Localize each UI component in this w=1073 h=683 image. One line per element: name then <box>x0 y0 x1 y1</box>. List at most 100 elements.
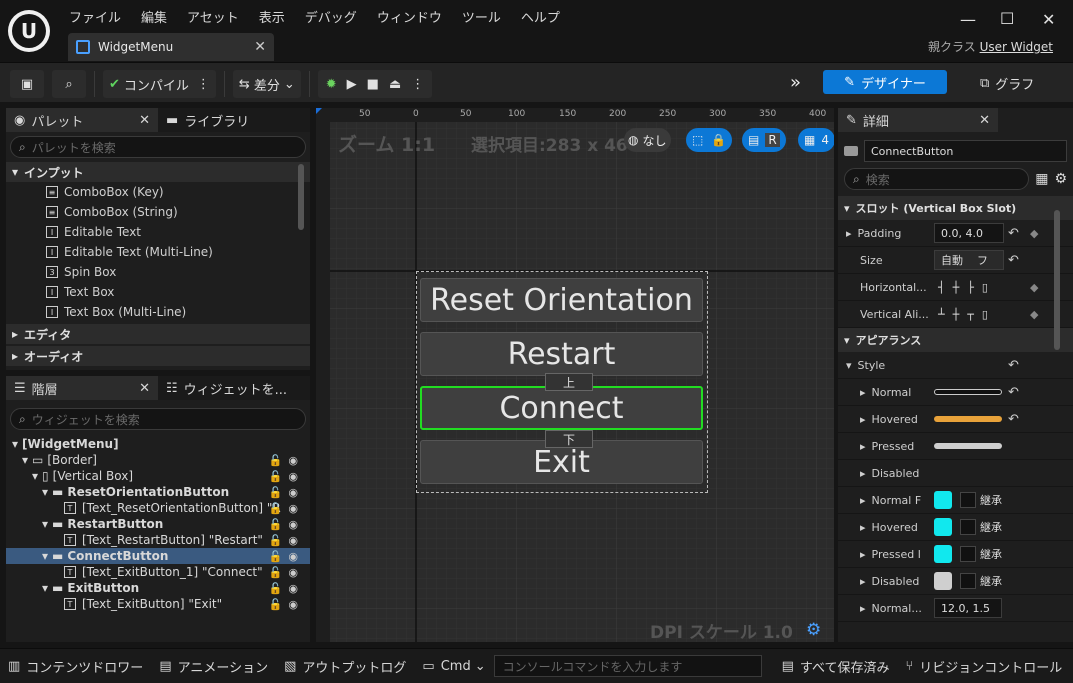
hierarchy-search-input[interactable]: ⌕ ウィジェットを検索 <box>10 408 306 430</box>
tree-row-border[interactable]: ▾ ▭ [Border] 🔓◉ <box>6 452 310 468</box>
color-swatch[interactable] <box>934 572 952 590</box>
debug-bug-icon[interactable]: ✹ <box>326 77 337 92</box>
normal-padding-field[interactable]: 12.0, 1.5 <box>934 598 1002 618</box>
padding-field[interactable]: 0.0, 4.0 <box>934 223 1004 243</box>
palette-item[interactable]: 3 Spin Box <box>46 262 310 282</box>
settings-gear-icon[interactable]: ⚙ <box>806 620 821 640</box>
reset-arrow-icon[interactable]: ↶ <box>1008 358 1019 373</box>
content-drawer-button[interactable]: ▥ コンテンツドロワー <box>0 651 151 681</box>
palette-item[interactable]: I Editable Text (Multi-Line) <box>46 242 310 262</box>
lock-eye-icons[interactable]: 🔓◉ <box>269 582 304 595</box>
document-tab[interactable]: WidgetMenu ✕ <box>68 33 274 61</box>
reset-arrow-icon[interactable]: ↶ <box>1008 412 1019 427</box>
section-appearance[interactable]: ▾ アピアランス <box>838 328 1073 352</box>
color-swatch[interactable] <box>934 491 952 509</box>
color-swatch[interactable] <box>934 545 952 563</box>
animation-button[interactable]: ▤ アニメーション <box>151 651 276 681</box>
reset-arrow-icon[interactable]: ↶ <box>1008 226 1019 241</box>
r-toggle[interactable]: R <box>765 133 780 147</box>
keyframe-icon[interactable]: ◆ <box>1030 308 1038 321</box>
grid-icon[interactable]: ▦ <box>804 133 815 147</box>
grid-snap-value[interactable]: 4 <box>821 133 829 147</box>
tab-hierarchy[interactable]: ☰ 階層 ✕ <box>6 376 158 400</box>
lock-eye-icons[interactable]: 🔓◉ <box>269 454 304 467</box>
tree-row-restart-button[interactable]: ▾ ▬ RestartButton 🔓◉ <box>6 516 310 532</box>
lock-eye-icons[interactable]: 🔓◉ <box>269 502 304 515</box>
lock-eye-icons[interactable]: 🔓◉ <box>269 598 304 611</box>
lock-eye-icons[interactable]: 🔓◉ <box>269 470 304 483</box>
palette-item[interactable]: ≡ ComboBox (String) <box>46 202 310 222</box>
minimize-icon[interactable]: — <box>960 10 976 29</box>
menu-debug[interactable]: デバッグ <box>298 7 364 26</box>
cmd-dropdown[interactable]: ▭ Cmd ⌄ <box>414 651 493 681</box>
close-tab-icon[interactable]: ✕ <box>139 113 150 128</box>
palette-item[interactable]: I Text Box (Multi-Line) <box>46 302 310 322</box>
browse-icon[interactable]: ⌕ <box>52 70 86 98</box>
palette-item[interactable]: ≡ ComboBox (Key) <box>46 182 310 202</box>
tab-palette[interactable]: ◉ パレット ✕ <box>6 108 158 132</box>
respect-locks-control[interactable]: ▤ R <box>742 128 786 152</box>
more-options-icon[interactable]: ⋮ <box>197 77 210 92</box>
eject-icon[interactable]: ⏏ <box>389 77 401 92</box>
lock-eye-icons[interactable]: 🔓◉ <box>269 550 304 563</box>
output-log-button[interactable]: ▧ アウトプットログ <box>276 651 414 681</box>
layout-icon[interactable]: ▤ <box>748 133 759 147</box>
palette-item[interactable]: I Editable Text <box>46 222 310 242</box>
close-tab-icon[interactable]: ✕ <box>139 381 150 396</box>
category-audio[interactable]: ▸ オーディオ <box>6 346 310 366</box>
inherit-checkbox[interactable] <box>960 492 976 508</box>
more-options-icon[interactable]: ⋮ <box>411 77 424 92</box>
tree-row-text-restart[interactable]: T [Text_RestartButton] "Restart" 🔓◉ <box>6 532 310 548</box>
lock-eye-icons[interactable]: 🔓◉ <box>269 566 304 579</box>
tree-row-text-reset[interactable]: T [Text_ResetOrientationButton] "R 🔓◉ <box>6 500 310 516</box>
inherit-checkbox[interactable] <box>960 573 976 589</box>
details-search-input[interactable]: ⌕ 検索 <box>844 168 1030 190</box>
save-icon[interactable]: ▣ <box>10 70 44 98</box>
move-down-button[interactable]: 下 <box>545 430 593 448</box>
palette-item[interactable]: I Text Box <box>46 282 310 302</box>
color-swatch[interactable] <box>934 518 952 536</box>
lock-eye-icons[interactable]: 🔓◉ <box>269 486 304 499</box>
lock-icon[interactable]: 🔒 <box>711 133 726 147</box>
palette-search-input[interactable]: ⌕ パレットを検索 <box>10 136 306 158</box>
connect-widget-button[interactable]: Connect <box>420 386 703 430</box>
close-window-icon[interactable]: ✕ <box>1042 10 1055 29</box>
move-up-button[interactable]: 上 <box>545 373 593 391</box>
tab-details[interactable]: ✎ 詳細 ✕ <box>838 108 998 132</box>
designer-button[interactable]: ✎ デザイナー <box>823 70 947 94</box>
section-slot[interactable]: ▾ スロット (Vertical Box Slot) <box>838 196 1073 220</box>
lock-eye-icons[interactable]: 🔓◉ <box>269 534 304 547</box>
dashed-outline-icon[interactable]: ⬚ <box>692 133 703 147</box>
alignment-icons[interactable]: ┴┼┬▯ <box>938 308 996 321</box>
restart-widget-button[interactable]: Restart <box>420 332 703 376</box>
tab-library[interactable]: ▬ ライブラリ <box>158 108 310 132</box>
menu-view[interactable]: 表示 <box>252 7 292 26</box>
maximize-icon[interactable]: ☐ <box>1000 9 1014 28</box>
graph-button[interactable]: ⧉ グラフ <box>980 74 1034 93</box>
play-icon[interactable]: ▶ <box>347 77 357 92</box>
category-editor[interactable]: ▸ エディタ <box>6 324 310 344</box>
reset-arrow-icon[interactable]: ↶ <box>1008 385 1019 400</box>
revision-control-button[interactable]: ⑂ リビジョンコントロール <box>897 651 1070 681</box>
localization-preview-control[interactable]: ◍ なし <box>624 128 671 152</box>
tree-row-connect-button[interactable]: ▾ ▬ ConnectButton 🔓◉ <box>6 548 310 564</box>
close-tab-icon[interactable]: ✕ <box>979 113 990 128</box>
tree-row-text-exit[interactable]: T [Text_ExitButton] "Exit" 🔓◉ <box>6 596 310 612</box>
reset-arrow-icon[interactable]: ↶ <box>1008 253 1019 268</box>
menu-help[interactable]: ヘルプ <box>514 7 567 26</box>
inherit-checkbox[interactable] <box>960 519 976 535</box>
details-scrollbar[interactable] <box>1054 210 1060 350</box>
tree-row-vertical-box[interactable]: ▾ ▯ [Vertical Box] 🔓◉ <box>6 468 310 484</box>
menu-asset[interactable]: アセット <box>180 7 246 26</box>
palette-scrollbar[interactable] <box>298 164 304 230</box>
stop-icon[interactable]: ■ <box>367 77 379 92</box>
inherit-checkbox[interactable] <box>960 546 976 562</box>
save-all-button[interactable]: ▤ すべて保存済み <box>774 651 898 681</box>
alignment-icons[interactable]: ┤┼├▯ <box>938 281 996 294</box>
keyframe-icon[interactable]: ◆ <box>1030 227 1038 240</box>
lock-eye-icons[interactable]: 🔓◉ <box>269 518 304 531</box>
tree-row-root[interactable]: ▾ [WidgetMenu] <box>6 436 310 452</box>
category-input[interactable]: ▾ インプット <box>6 162 310 182</box>
tab-widget-reflector[interactable]: ☷ ウィジェットを... <box>158 376 310 400</box>
parent-class-link[interactable]: User Widget <box>980 40 1053 54</box>
